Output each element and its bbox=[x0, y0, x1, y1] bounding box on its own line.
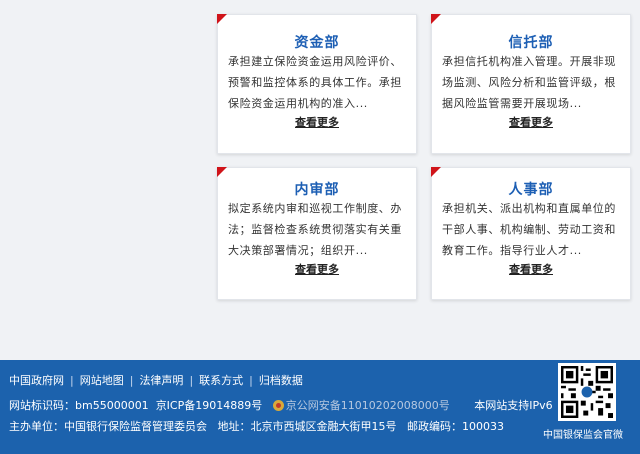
wechat-qr-code[interactable] bbox=[558, 363, 616, 421]
department-card-funds[interactable]: 资金部 承担建立保险资金运用风险评价、预警和监控体系的具体工作。承担保险资金运用… bbox=[217, 14, 417, 154]
police-badge-icon bbox=[272, 400, 284, 411]
footer-link-sitemap[interactable]: 网站地图 bbox=[80, 374, 124, 387]
icp-link[interactable]: 京ICP备19014889号 bbox=[156, 399, 263, 412]
corner-marker-icon bbox=[431, 14, 441, 24]
card-title[interactable]: 信托部 bbox=[432, 32, 630, 52]
department-cards: 资金部 承担建立保险资金运用风险评价、预警和监控体系的具体工作。承担保险资金运用… bbox=[0, 0, 640, 360]
department-card-internal-audit[interactable]: 内审部 拟定系统内审和巡视工作制度、办法；监督检查系统贯彻落实有关重大决策部署情… bbox=[217, 167, 417, 300]
card-description: 承担信托机构准入管理。开展非现场监测、风险分析和监管评级，根据风险监管需要开展现… bbox=[442, 55, 616, 110]
view-more-link[interactable]: 查看更多 bbox=[218, 114, 416, 130]
footer-divider: | bbox=[189, 374, 194, 387]
view-more-link[interactable]: 查看更多 bbox=[218, 261, 416, 277]
card-description: 拟定系统内审和巡视工作制度、办法；监督检查系统贯彻落实有关重大决策部署情况；组织… bbox=[228, 202, 402, 257]
site-code: 网站标识码：bm55000001 bbox=[9, 399, 149, 412]
footer-link-archive[interactable]: 归档数据 bbox=[259, 374, 303, 387]
footer-link-legal[interactable]: 法律声明 bbox=[139, 374, 183, 387]
postcode: 邮政编码：100033 bbox=[407, 420, 504, 433]
footer-divider: | bbox=[249, 374, 253, 387]
corner-marker-icon bbox=[431, 167, 441, 177]
police-record-link[interactable]: 京公网安备11010202008000号 bbox=[286, 399, 450, 412]
footer-registration: 网站标识码：bm55000001 京ICP备19014889号 京公网安备110… bbox=[9, 397, 553, 413]
card-description: 承担机关、派出机构和直属单位的干部人事、机构编制、劳动工资和教育工作。指导行业人… bbox=[442, 202, 616, 257]
view-more-link[interactable]: 查看更多 bbox=[432, 114, 630, 130]
address: 地址：北京市西城区金融大街甲15号 bbox=[217, 420, 397, 433]
corner-marker-icon bbox=[217, 14, 227, 24]
footer-host-info: 主办单位：中国银行保险监督管理委员会 地址：北京市西城区金融大街甲15号 邮政编… bbox=[9, 418, 504, 434]
view-more-link[interactable]: 查看更多 bbox=[432, 261, 630, 277]
qr-code-label: 中国银保监会官微 bbox=[543, 430, 623, 441]
ipv6-notice: 本网站支持IPv6 bbox=[474, 399, 553, 412]
card-title[interactable]: 资金部 bbox=[218, 32, 416, 52]
qr-code-icon bbox=[561, 366, 613, 418]
card-title[interactable]: 人事部 bbox=[432, 179, 630, 199]
footer-link-gov[interactable]: 中国政府网 bbox=[9, 374, 64, 387]
corner-marker-icon bbox=[217, 167, 227, 177]
department-card-personnel[interactable]: 人事部 承担机关、派出机构和直属单位的干部人事、机构编制、劳动工资和教育工作。指… bbox=[431, 167, 631, 300]
host-unit: 主办单位：中国银行保险监督管理委员会 bbox=[9, 420, 207, 433]
footer-link-contact[interactable]: 联系方式 bbox=[199, 374, 243, 387]
department-card-trust[interactable]: 信托部 承担信托机构准入管理。开展非现场监测、风险分析和监管评级，根据风险监管需… bbox=[431, 14, 631, 154]
card-description: 承担建立保险资金运用风险评价、预警和监控体系的具体工作。承担保险资金运用机构的准… bbox=[228, 55, 402, 110]
footer-divider: | bbox=[129, 374, 134, 387]
footer-divider: | bbox=[70, 374, 74, 387]
footer-links: 中国政府网 | 网站地图 | 法律声明 | 联系方式 | 归档数据 bbox=[9, 372, 303, 388]
card-title[interactable]: 内审部 bbox=[218, 179, 416, 199]
